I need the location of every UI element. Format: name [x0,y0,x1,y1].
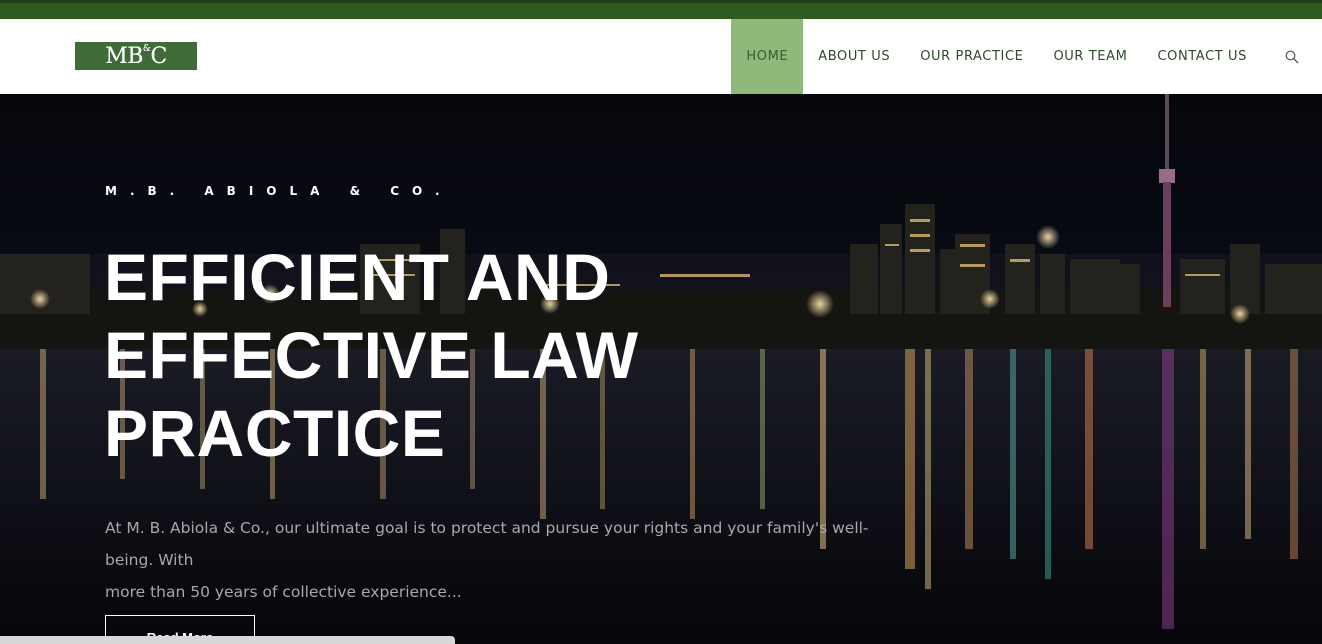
top-accent-bar [0,0,1322,19]
main-nav: HOME ABOUT US OUR PRACTICE OUR TEAM CONT… [731,19,1322,94]
nav-item-label: CONTACT US [1157,49,1247,64]
hero-headline-line: EFFECTIVE LAW [104,318,639,392]
nav-item-label: ABOUT US [818,49,891,64]
nav-item-home[interactable]: HOME [731,19,804,94]
hero-description: At M. B. Abiola & Co., our ultimate goal… [105,512,905,608]
hero-headline: EFFICIENT AND EFFECTIVE LAW PRACTICE [104,238,664,472]
hero-headline-line: PRACTICE [104,396,446,470]
site-logo[interactable]: MB&C [75,42,197,70]
nav-item-our-practice[interactable]: OUR PRACTICE [905,19,1038,94]
hero-headline-line: EFFICIENT AND [104,240,611,314]
hero-description-line: At M. B. Abiola & Co., our ultimate goal… [105,519,869,569]
logo-text: MB&C [105,43,167,69]
site-header: MB&C HOME ABOUT US OUR PRACTICE OUR TEAM… [0,19,1322,94]
hero-description-line: more than 50 years of collective experie… [105,583,462,601]
nav-item-label: OUR PRACTICE [920,49,1024,64]
nav-item-label: HOME [746,49,789,64]
nav-item-label: OUR TEAM [1053,49,1128,64]
nav-item-our-team[interactable]: OUR TEAM [1038,19,1142,94]
hero-eyebrow: M.B. ABIOLA & CO. [105,184,453,198]
nav-item-contact-us[interactable]: CONTACT US [1142,19,1262,94]
search-icon [1285,50,1299,63]
search-button[interactable] [1262,19,1322,94]
nav-item-about-us[interactable]: ABOUT US [803,19,905,94]
hero-banner: M.B. ABIOLA & CO. EFFICIENT AND EFFECTIV… [0,94,1322,644]
horizontal-scrollbar[interactable] [0,636,455,644]
